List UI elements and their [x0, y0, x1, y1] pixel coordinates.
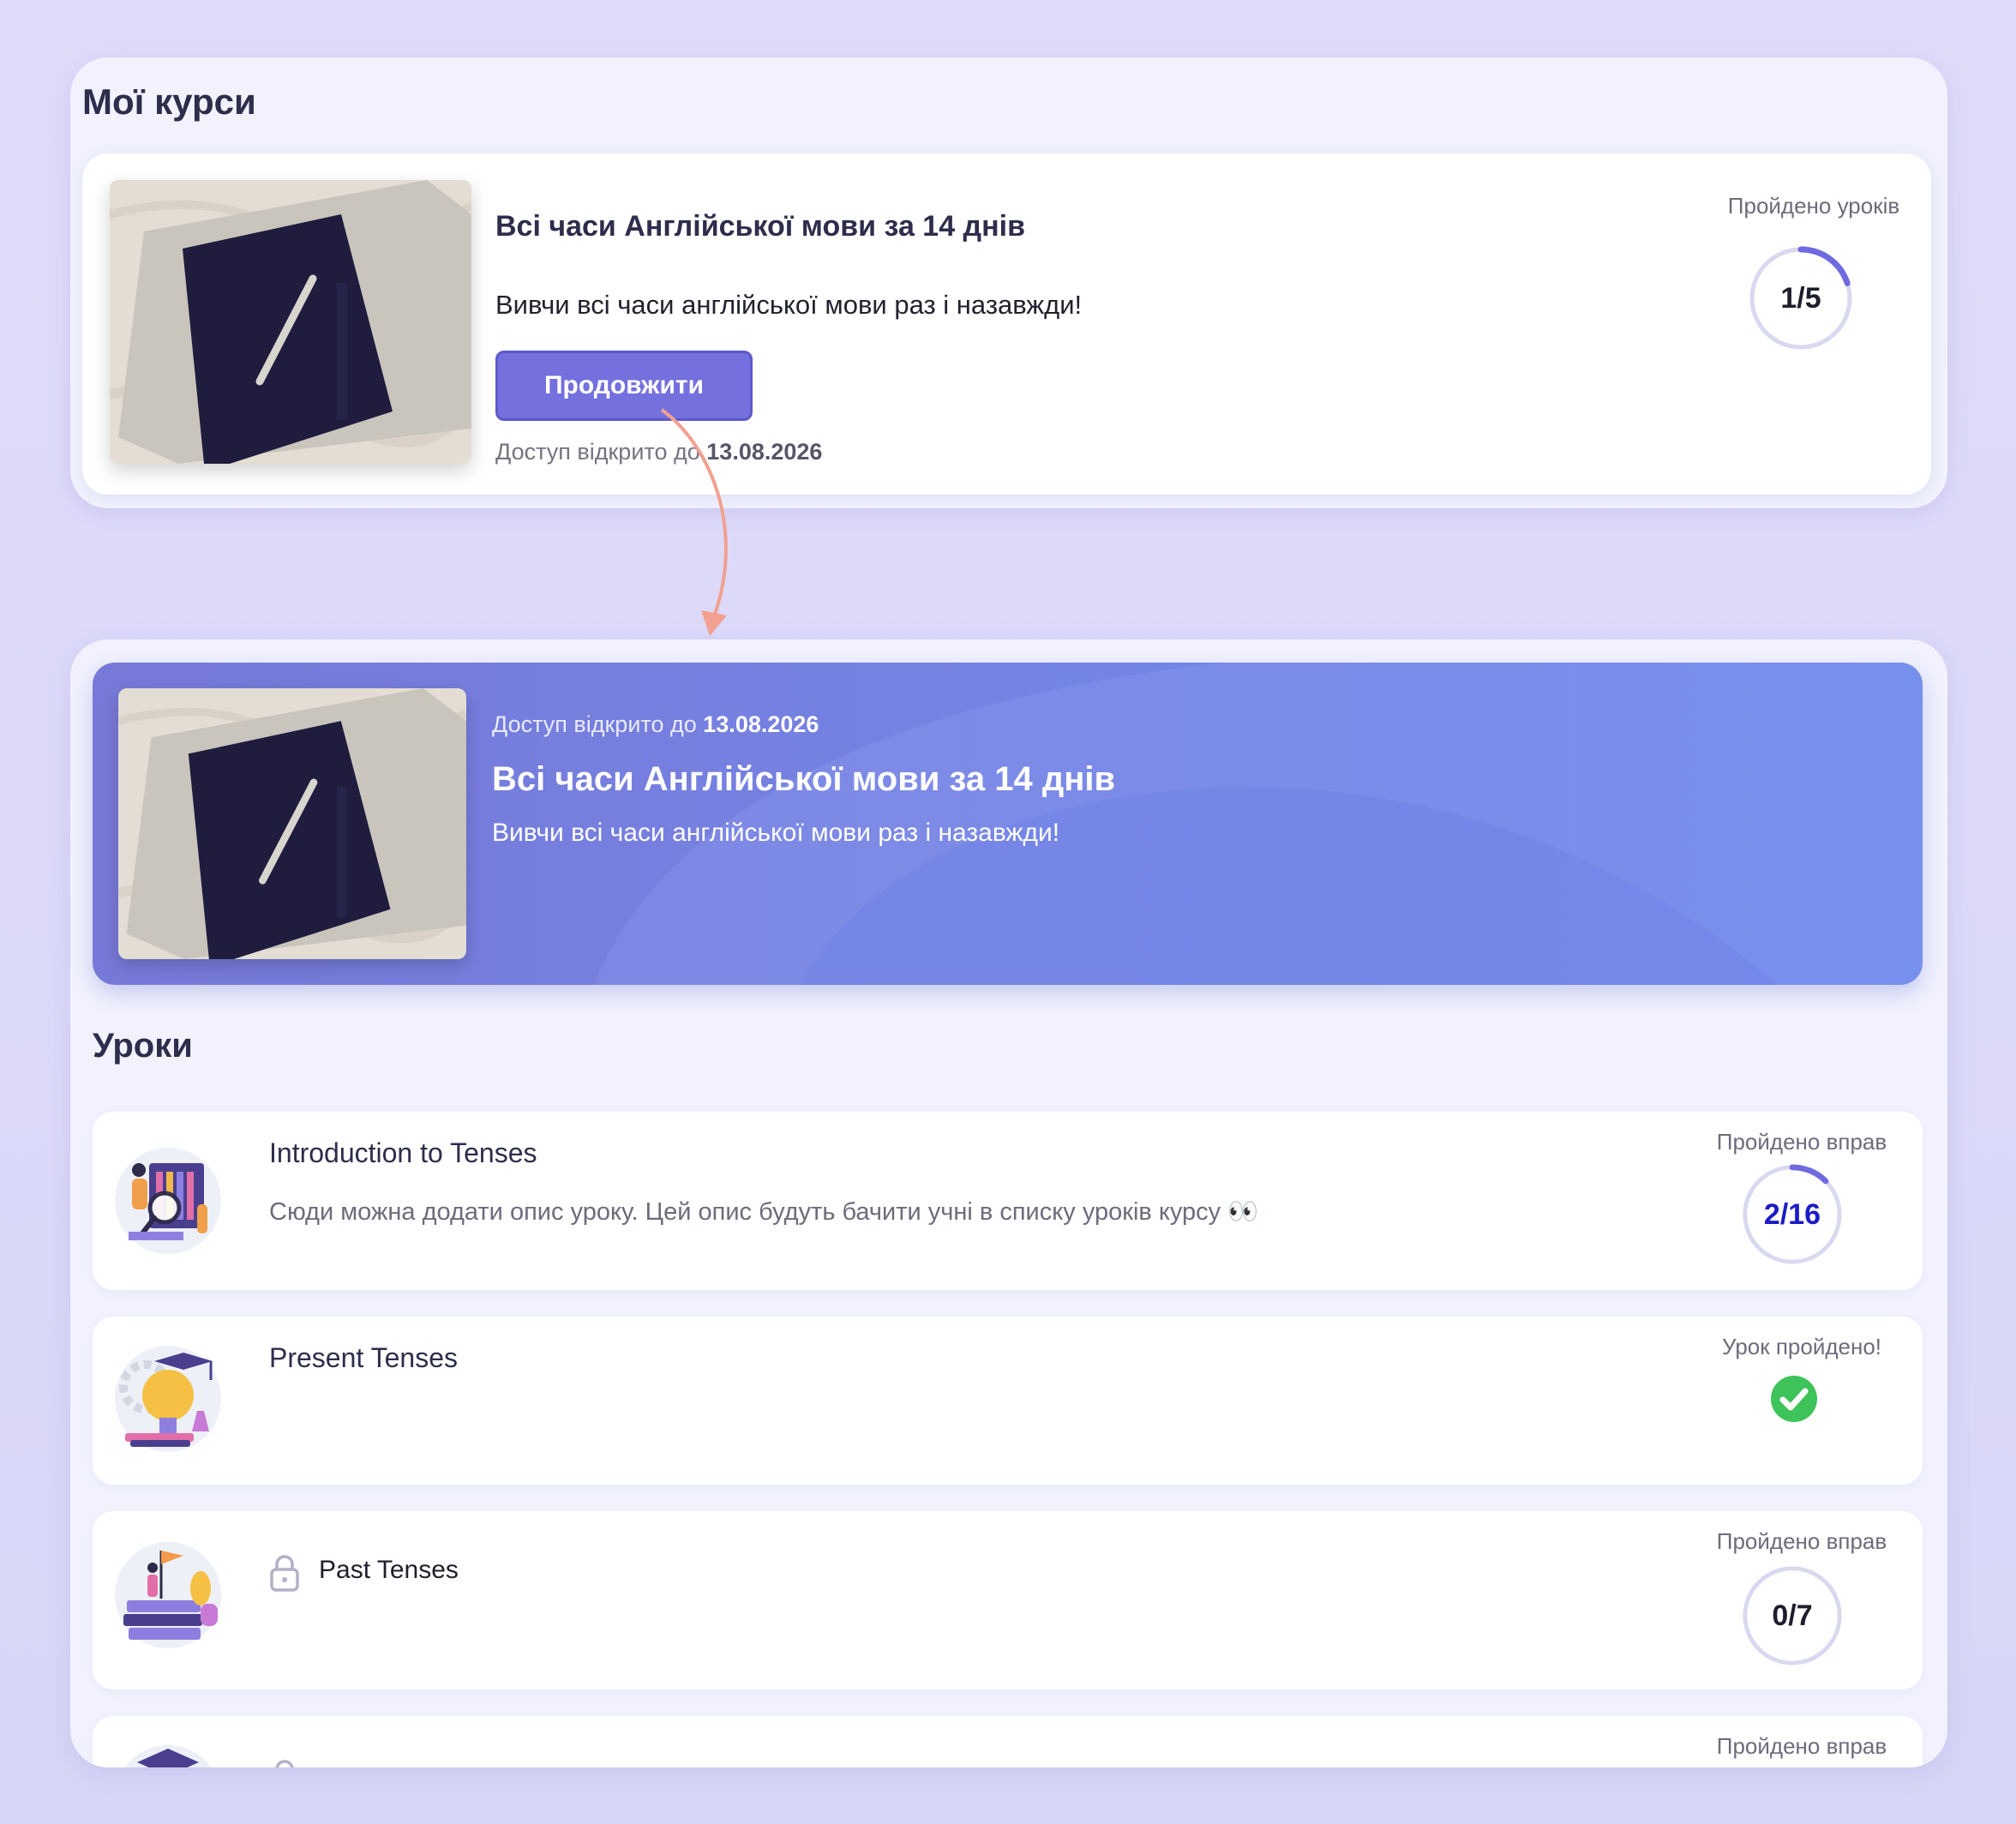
- exercises-progress-text: 2/16: [1763, 1197, 1821, 1231]
- lesson-item[interactable]: Past Tenses Пройдено вправ 0/7: [93, 1511, 1923, 1689]
- course-card[interactable]: Всі часи Англійської мови за 14 днів Вив…: [82, 153, 1931, 495]
- access-date: 13.08.2026: [706, 439, 823, 465]
- lesson-title[interactable]: Past Tenses: [319, 1556, 459, 1585]
- lessons-progress-text: 1/5: [1780, 281, 1821, 315]
- lesson-title[interactable]: Introduction to Tenses: [269, 1137, 537, 1169]
- course-title[interactable]: Всі часи Англійської мови за 14 днів: [495, 210, 1025, 243]
- my-courses-panel: Мої курси Всі часи Англійської мови за 1…: [70, 57, 1947, 508]
- lesson-item[interactable]: Пройдено вправ: [93, 1716, 1923, 1767]
- hero-access-info: Доступ відкрито до 13.08.2026: [492, 711, 819, 738]
- lessons-progress-ring: 1/5: [1748, 245, 1854, 351]
- hero-course-title: Всі часи Англійської мови за 14 днів: [492, 760, 1116, 798]
- access-prefix: Доступ відкрито до: [495, 439, 700, 465]
- hero-course-thumbnail: [118, 688, 466, 959]
- lessons-progress-label: Пройдено уроків: [1727, 193, 1900, 219]
- lesson-item[interactable]: Present Tenses Урок пройдено!: [93, 1317, 1923, 1485]
- access-info: Доступ відкрито до 13.08.2026: [495, 439, 822, 465]
- check-circle-icon: [1770, 1375, 1818, 1423]
- course-thumbnail: [110, 180, 471, 464]
- course-page-panel: Доступ відкрито до 13.08.2026 Всі часи А…: [70, 639, 1947, 1767]
- hero-access-prefix: Доступ відкрито до: [492, 711, 697, 737]
- exercises-progress-ring: 2/16: [1741, 1163, 1844, 1266]
- hero-course-description: Вивчи всі часи англійської мови раз і на…: [492, 819, 1060, 847]
- page-title: Мої курси: [82, 81, 256, 122]
- exercises-progress-label: Пройдено вправ: [1716, 1528, 1887, 1554]
- lock-icon: [269, 1759, 300, 1767]
- lesson-completed-label: Урок пройдено!: [1721, 1334, 1882, 1359]
- lesson-title[interactable]: Present Tenses: [269, 1342, 458, 1374]
- course-description: Вивчи всі часи англійської мови раз і на…: [495, 290, 1083, 320]
- lesson-item[interactable]: Introduction to Tenses Сюди можна додати…: [93, 1112, 1923, 1290]
- lightbulb-graduation-illustration-icon: [111, 1342, 225, 1455]
- lesson-description: Сюди можна додати опис уроку. Цей опис б…: [269, 1198, 1259, 1226]
- graduation-cap-illustration-icon: [111, 1742, 225, 1767]
- exercises-progress-ring: 0/7: [1741, 1564, 1844, 1667]
- lock-icon: [269, 1554, 300, 1592]
- hero-access-date: 13.08.2026: [703, 711, 819, 737]
- continue-button[interactable]: Продовжити: [495, 351, 753, 421]
- lessons-section-title: Уроки: [93, 1027, 193, 1065]
- research-illustration-icon: [111, 1144, 225, 1257]
- exercises-progress-label: Пройдено вправ: [1716, 1129, 1887, 1155]
- books-flag-illustration-icon: [111, 1539, 225, 1652]
- exercises-progress-text: 0/7: [1772, 1599, 1813, 1632]
- course-hero-banner: Доступ відкрито до 13.08.2026 Всі часи А…: [93, 663, 1923, 985]
- exercises-progress-label: Пройдено вправ: [1716, 1733, 1887, 1759]
